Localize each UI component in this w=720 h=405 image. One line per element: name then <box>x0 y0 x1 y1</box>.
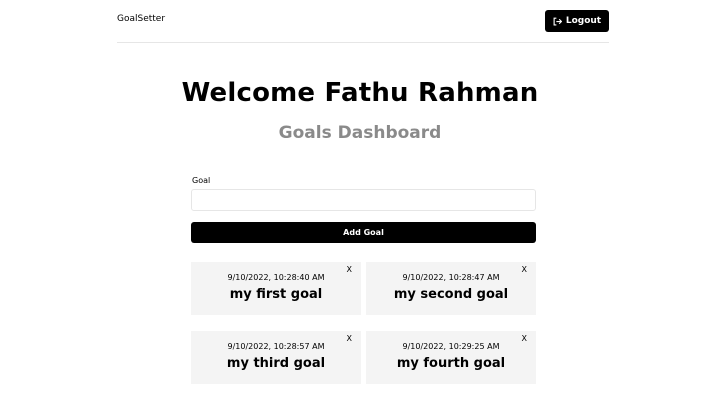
add-goal-button[interactable]: Add Goal <box>191 222 536 243</box>
goal-date: 9/10/2022, 10:28:57 AM <box>227 342 325 351</box>
goal-card: 9/10/2022, 10:28:57 AM my third goal X <box>191 331 361 384</box>
logout-label: Logout <box>565 16 602 26</box>
goal-date: 9/10/2022, 10:28:40 AM <box>227 273 325 282</box>
welcome-heading: Welcome Fathu Rahman <box>181 78 539 108</box>
goal-card: 9/10/2022, 10:29:25 AM my fourth goal X <box>366 331 536 384</box>
goal-date: 9/10/2022, 10:28:47 AM <box>402 273 500 282</box>
goals-list: 9/10/2022, 10:28:40 AM my first goal X 9… <box>191 262 536 384</box>
delete-goal-button[interactable]: X <box>347 334 352 343</box>
goal-text: my fourth goal <box>396 356 506 371</box>
app-header: GoalSetter Logout <box>117 0 609 43</box>
delete-goal-button[interactable]: X <box>347 265 352 274</box>
goal-form: Goal Add Goal <box>191 176 536 243</box>
goal-text: my second goal <box>393 287 509 302</box>
delete-goal-button[interactable]: X <box>522 265 527 274</box>
goal-input[interactable] <box>191 189 536 211</box>
sign-out-icon <box>553 17 562 25</box>
app-logo[interactable]: GoalSetter <box>117 14 165 24</box>
goal-card: 9/10/2022, 10:28:40 AM my first goal X <box>191 262 361 315</box>
delete-goal-button[interactable]: X <box>522 334 527 343</box>
goal-date: 9/10/2022, 10:29:25 AM <box>402 342 500 351</box>
logout-button[interactable]: Logout <box>545 10 609 32</box>
goal-card: 9/10/2022, 10:28:47 AM my second goal X <box>366 262 536 315</box>
goal-label: Goal <box>192 176 211 185</box>
page-subtitle: Goals Dashboard <box>278 123 442 143</box>
goal-text: my third goal <box>226 356 326 371</box>
goal-text: my first goal <box>229 287 323 302</box>
